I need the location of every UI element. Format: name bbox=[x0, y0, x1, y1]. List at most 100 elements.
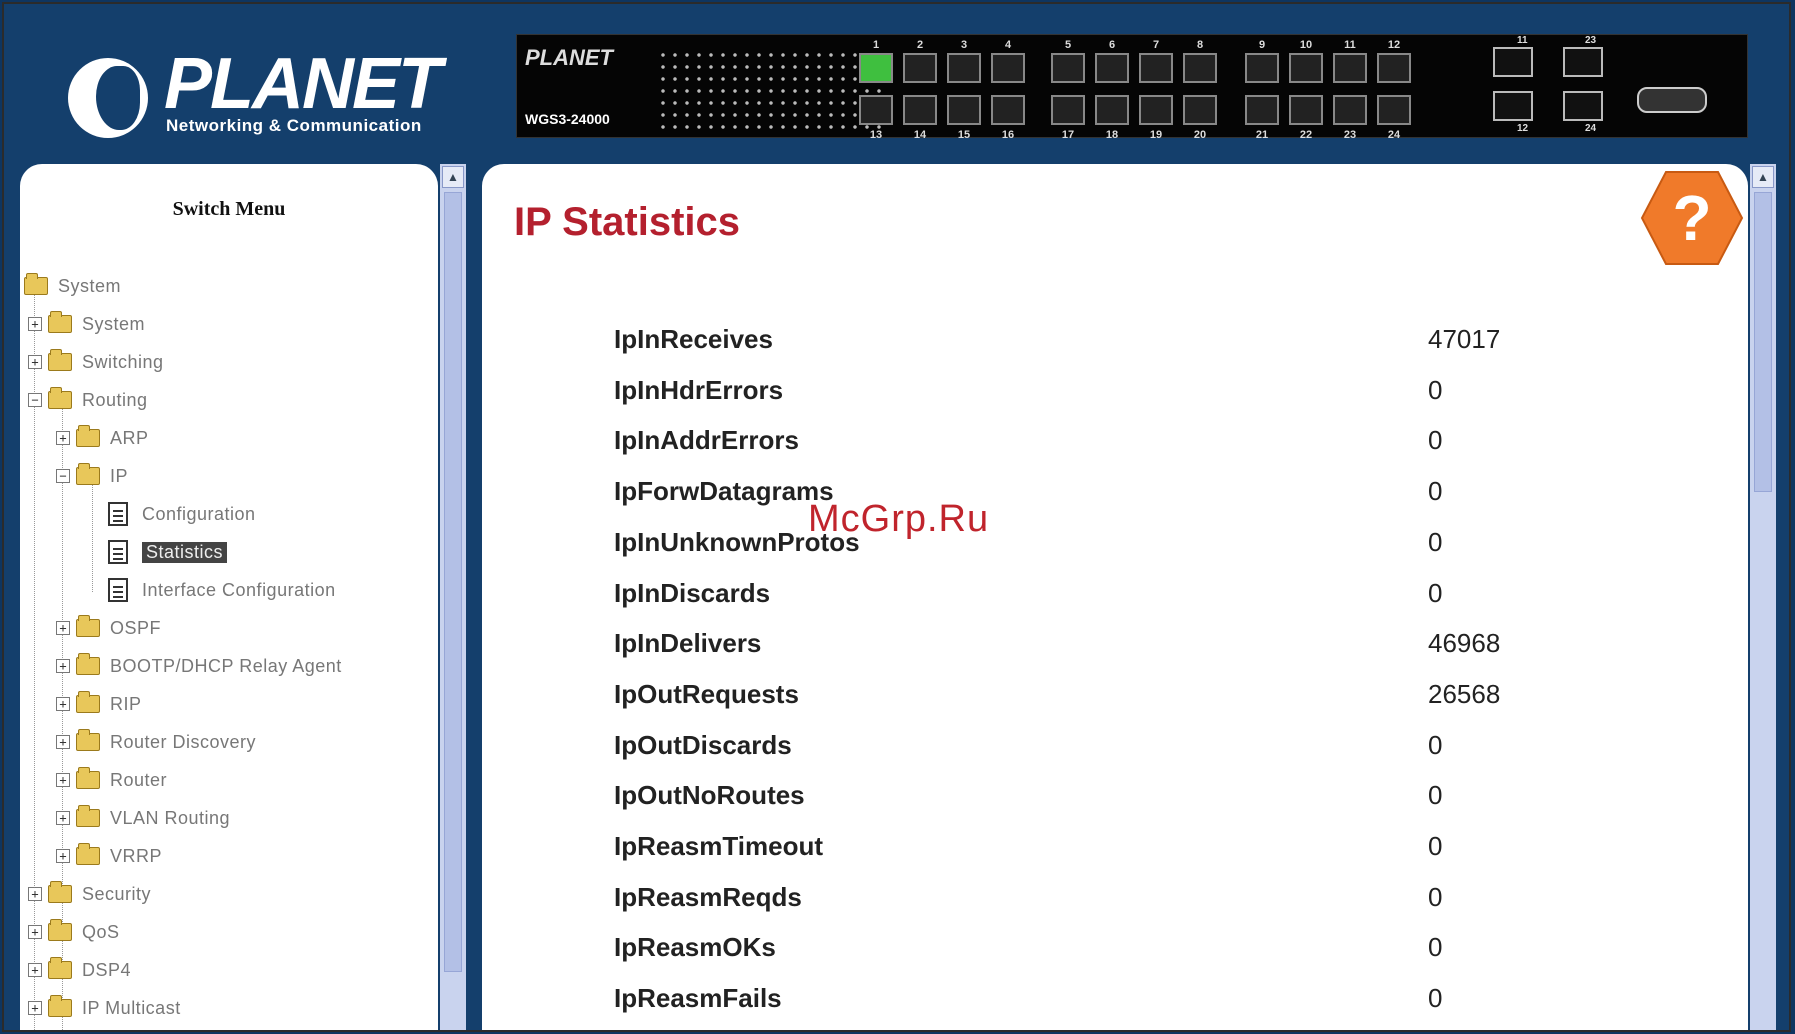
tree-item-ip-multicast[interactable]: + IP Multicast bbox=[28, 994, 181, 1022]
tree-item-label: ARP bbox=[110, 427, 149, 448]
port-6[interactable]: 6 bbox=[1091, 39, 1133, 93]
port-21[interactable]: 21 bbox=[1241, 93, 1283, 143]
port-9[interactable]: 9 bbox=[1241, 39, 1283, 93]
port-jack-icon bbox=[1051, 53, 1085, 83]
stat-row: IpInHdrErrors 0 bbox=[614, 369, 1514, 409]
folder-icon bbox=[76, 767, 100, 789]
tree-item-ip-configuration[interactable]: Configuration bbox=[108, 500, 256, 528]
port-7[interactable]: 7 bbox=[1135, 39, 1177, 93]
collapse-minus-icon[interactable]: − bbox=[28, 393, 42, 407]
menu-scrollbar[interactable]: ▲ bbox=[440, 164, 466, 1030]
tree-item-dsp4[interactable]: + DSP4 bbox=[28, 956, 131, 984]
port-2[interactable]: 2 bbox=[899, 39, 941, 93]
tree-item-ospf[interactable]: + OSPF bbox=[56, 614, 161, 642]
expand-plus-icon[interactable]: + bbox=[28, 355, 42, 369]
folder-icon bbox=[76, 843, 100, 865]
sfp-port-23[interactable] bbox=[1563, 47, 1603, 77]
stat-row: IpInDelivers 46968 bbox=[614, 622, 1514, 662]
port-10[interactable]: 10 bbox=[1285, 39, 1327, 93]
port-1[interactable]: 1 bbox=[855, 39, 897, 93]
tree-item-qos[interactable]: + QoS bbox=[28, 918, 120, 946]
port-13[interactable]: 13 bbox=[855, 93, 897, 143]
tree-item-arp[interactable]: + ARP bbox=[56, 424, 149, 452]
scroll-up-icon[interactable]: ▲ bbox=[1752, 166, 1774, 188]
scroll-up-icon[interactable]: ▲ bbox=[442, 166, 464, 188]
tree-item-vlan-routing[interactable]: + VLAN Routing bbox=[56, 804, 230, 832]
sfp-port-12[interactable] bbox=[1493, 91, 1533, 121]
port-11[interactable]: 11 bbox=[1329, 39, 1371, 93]
stat-name: IpOutNoRoutes bbox=[614, 780, 805, 811]
stat-value: 0 bbox=[1428, 729, 1443, 760]
expand-plus-icon[interactable]: + bbox=[56, 849, 70, 863]
port-3[interactable]: 3 bbox=[943, 39, 985, 93]
expand-plus-icon[interactable]: + bbox=[56, 621, 70, 635]
tree-item-routing[interactable]: − Routing bbox=[28, 386, 148, 414]
tree-item-label: IP bbox=[110, 465, 129, 486]
tree-item-ip[interactable]: − IP bbox=[56, 462, 128, 490]
port-jack-icon bbox=[1183, 53, 1217, 83]
content-scroll-thumb[interactable] bbox=[1754, 192, 1772, 492]
tree-item-system-root[interactable]: System bbox=[24, 272, 121, 300]
stat-row: IpInReceives 47017 bbox=[614, 318, 1514, 358]
port-number: 23 bbox=[1343, 129, 1357, 141]
tree-item-router[interactable]: + Router bbox=[56, 766, 167, 794]
tree-item-ip-statistics[interactable]: Statistics bbox=[108, 538, 228, 566]
port-22[interactable]: 22 bbox=[1285, 93, 1327, 143]
tree-item-bootp-dhcp-relay[interactable]: + BOOTP/DHCP Relay Agent bbox=[56, 652, 342, 680]
stat-row: IpReasmOKs 0 bbox=[614, 926, 1514, 966]
port-jack-icon bbox=[1333, 53, 1367, 83]
content-panel: IP Statistics ? IpInReceives 47017 IpInHd… bbox=[482, 164, 1748, 1030]
expand-plus-icon[interactable]: + bbox=[56, 659, 70, 673]
port-15[interactable]: 15 bbox=[943, 93, 985, 143]
collapse-minus-icon[interactable]: − bbox=[56, 469, 70, 483]
stat-name: IpForwDatagrams bbox=[614, 476, 834, 507]
port-19[interactable]: 19 bbox=[1135, 93, 1177, 143]
stat-value: 0 bbox=[1428, 932, 1443, 963]
tree-item-switching[interactable]: + Switching bbox=[28, 348, 164, 376]
expand-plus-icon[interactable]: + bbox=[56, 431, 70, 445]
sfp-port-24[interactable] bbox=[1563, 91, 1603, 121]
expand-plus-icon[interactable]: + bbox=[56, 811, 70, 825]
port-8[interactable]: 8 bbox=[1179, 39, 1221, 93]
port-number: 21 bbox=[1255, 129, 1269, 141]
expand-plus-icon[interactable]: + bbox=[56, 697, 70, 711]
port-20[interactable]: 20 bbox=[1179, 93, 1221, 143]
expand-plus-icon[interactable]: + bbox=[56, 773, 70, 787]
port-5[interactable]: 5 bbox=[1047, 39, 1089, 93]
folder-icon bbox=[76, 805, 100, 827]
content-scrollbar[interactable]: ▲ bbox=[1750, 164, 1776, 1030]
tree-item-security[interactable]: + Security bbox=[28, 880, 151, 908]
stat-row: IpReasmFails 0 bbox=[614, 977, 1514, 1017]
tree-item-label: Router bbox=[110, 769, 168, 790]
port-17[interactable]: 17 bbox=[1047, 93, 1089, 143]
tree-item-interface-configuration[interactable]: Interface Configuration bbox=[108, 576, 336, 604]
port-4[interactable]: 4 bbox=[987, 39, 1029, 93]
expand-plus-icon[interactable]: + bbox=[28, 963, 42, 977]
tree-item-router-discovery[interactable]: + Router Discovery bbox=[56, 728, 256, 756]
port-16[interactable]: 16 bbox=[987, 93, 1029, 143]
menu-scroll-thumb[interactable] bbox=[444, 192, 462, 972]
expand-plus-icon[interactable]: + bbox=[28, 1001, 42, 1015]
port-23[interactable]: 23 bbox=[1329, 93, 1371, 143]
expand-plus-icon[interactable]: + bbox=[28, 317, 42, 331]
tree-item-label: Router Discovery bbox=[110, 731, 257, 752]
port-24[interactable]: 24 bbox=[1373, 93, 1415, 143]
port-12[interactable]: 12 bbox=[1373, 39, 1415, 93]
stat-name: IpOutDiscards bbox=[614, 729, 792, 760]
stat-name: IpReasmFails bbox=[614, 983, 782, 1014]
tree-item-system[interactable]: + System bbox=[28, 310, 145, 338]
stat-name: IpReasmReqds bbox=[614, 881, 802, 912]
port-number: 5 bbox=[1064, 39, 1072, 51]
expand-plus-icon[interactable]: + bbox=[56, 735, 70, 749]
port-18[interactable]: 18 bbox=[1091, 93, 1133, 143]
port-14[interactable]: 14 bbox=[899, 93, 941, 143]
port-number: 2 bbox=[916, 39, 924, 51]
tree-item-vrrp[interactable]: + VRRP bbox=[56, 842, 162, 870]
expand-plus-icon[interactable]: + bbox=[28, 887, 42, 901]
help-button[interactable]: ? bbox=[1640, 168, 1744, 268]
document-icon bbox=[108, 502, 128, 526]
tree-item-rip[interactable]: + RIP bbox=[56, 690, 142, 718]
sfp-port-11[interactable] bbox=[1493, 47, 1533, 77]
expand-plus-icon[interactable]: + bbox=[28, 925, 42, 939]
port-number: 16 bbox=[1001, 129, 1015, 141]
